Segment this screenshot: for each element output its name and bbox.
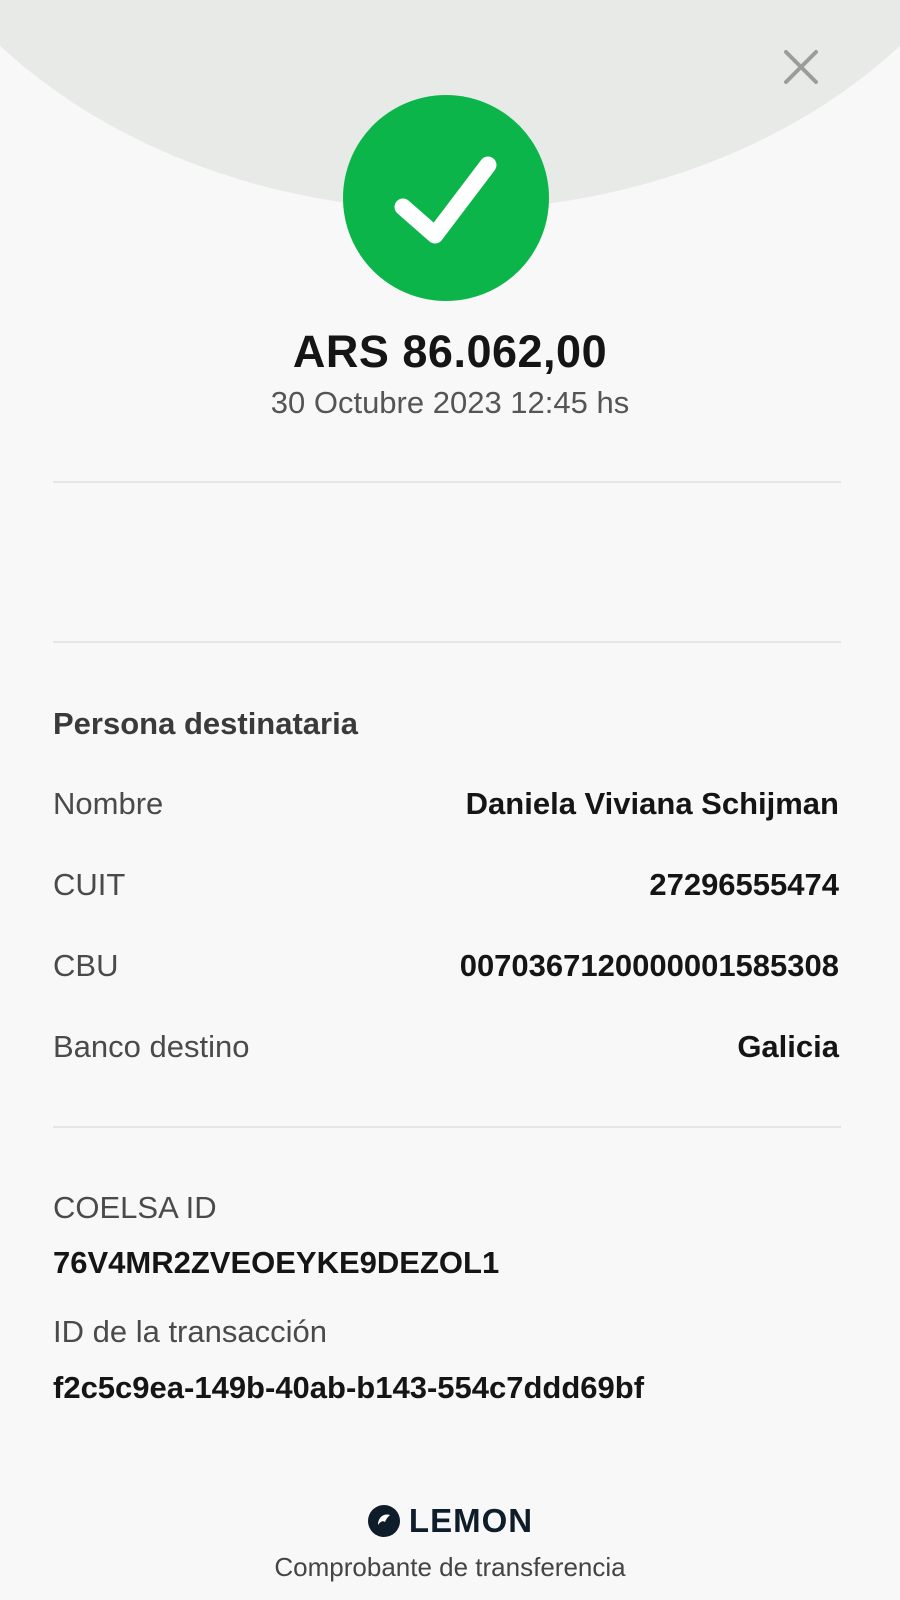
close-button[interactable] — [778, 44, 826, 92]
divider — [53, 641, 841, 643]
divider — [53, 481, 841, 483]
lemon-logo-icon — [367, 1505, 400, 1537]
coelsa-id-value: 76V4MR2ZVEOEYKE9DEZOL1 — [53, 1245, 500, 1280]
receipt-caption: Comprobante de transferencia — [274, 1552, 626, 1582]
brand-name: LEMON — [408, 1502, 534, 1539]
transaction-id-label: ID de la transacción — [53, 1314, 327, 1349]
transfer-receipt-screen: ARS 86.062,00 30 Octubre 2023 12:45 hs P… — [0, 0, 900, 1600]
name-label: Nombre — [53, 786, 164, 821]
close-icon — [784, 50, 818, 84]
transaction-id-value: f2c5c9ea-149b-40ab-b143-554c7ddd69bf — [53, 1370, 645, 1405]
divider — [53, 1126, 841, 1128]
recipient-section-title: Persona destinataria — [53, 706, 358, 741]
cuit-value: 27296555474 — [649, 867, 839, 902]
success-badge — [343, 95, 549, 301]
cbu-label: CBU — [53, 948, 119, 983]
coelsa-id-label: COELSA ID — [53, 1190, 217, 1225]
brand-logo: LEMON — [0, 1502, 900, 1540]
transfer-amount: ARS 86.062,00 — [292, 326, 608, 377]
bank-value: Galicia — [737, 1029, 839, 1064]
transfer-datetime: 30 Octubre 2023 12:45 hs — [270, 385, 630, 420]
name-value: Daniela Viviana Schijman — [465, 786, 839, 821]
cuit-label: CUIT — [53, 867, 126, 902]
bank-label: Banco destino — [53, 1029, 250, 1064]
check-icon — [394, 156, 497, 244]
cbu-value: 0070367120000001585308 — [459, 948, 839, 983]
